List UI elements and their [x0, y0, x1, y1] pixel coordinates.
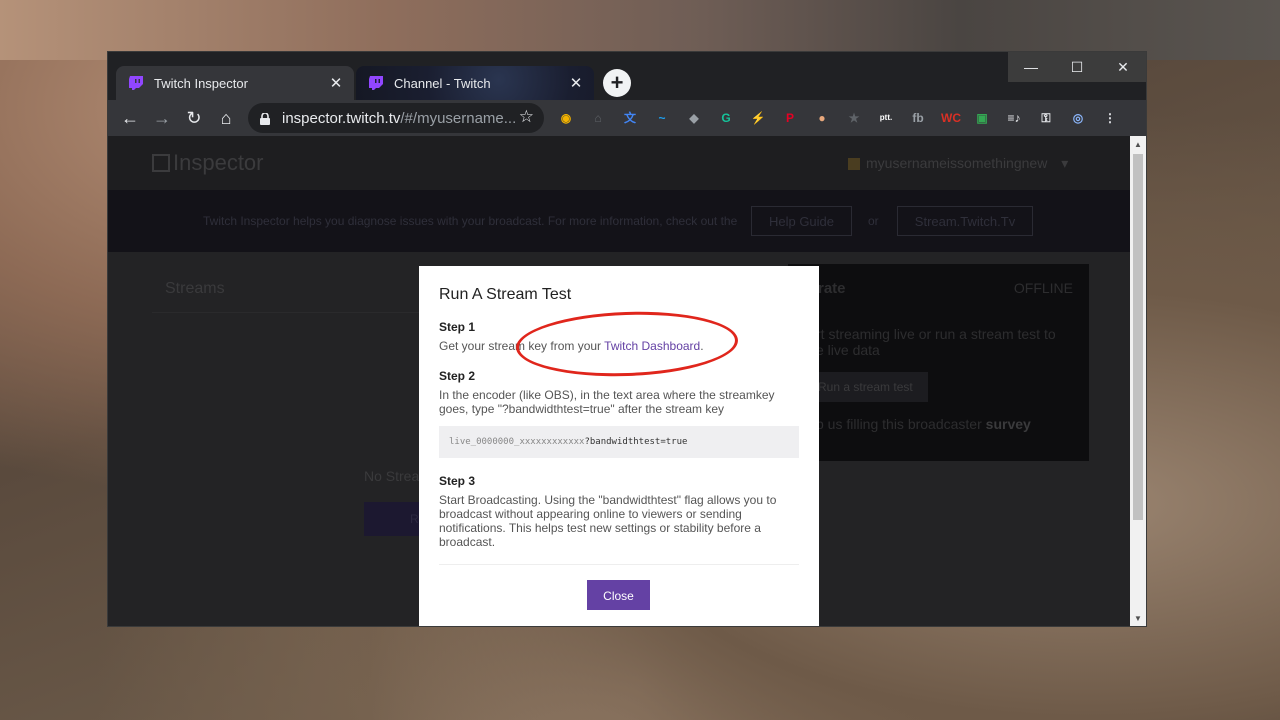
stream-test-modal: Run A Stream Test Step 1 Get your stream… — [419, 266, 819, 626]
minimize-button[interactable]: — — [1008, 52, 1054, 82]
forward-button[interactable]: → — [150, 106, 174, 130]
button-label: Run a stream test — [818, 380, 913, 394]
close-window-button[interactable]: ✕ — [1100, 52, 1146, 82]
code-suffix: ?bandwidthtest=true — [584, 437, 688, 447]
bolt-ext-icon[interactable]: ⚡ — [749, 109, 767, 127]
color-ext-icon[interactable]: ▣ — [973, 109, 991, 127]
twitch-glitch-icon — [152, 154, 170, 172]
bookmark-star-icon[interactable]: ☆ — [519, 107, 534, 127]
inspector-logo: Inspector — [152, 150, 264, 176]
url-host: inspector.twitch.tv — [282, 109, 401, 127]
twitch-dashboard-link[interactable]: Twitch Dashboard — [604, 339, 700, 353]
lock-icon — [260, 112, 270, 125]
menu-dots-icon[interactable]: ⋮ — [1101, 109, 1119, 127]
bitrate-description: rt streaming live or run a stream test t… — [816, 326, 1056, 358]
close-tab-icon[interactable]: ✕ — [568, 74, 584, 92]
twitch-favicon-icon — [368, 75, 384, 91]
tools-ext-icon[interactable]: ⌂ — [589, 109, 607, 127]
step1-heading: Step 1 — [439, 320, 476, 334]
modal-divider — [439, 564, 799, 565]
step3-text: Start Broadcasting. Using the "bandwidth… — [439, 493, 777, 549]
tab-twitch-inspector[interactable]: Twitch Inspector ✕ — [116, 66, 354, 100]
or-text: or — [868, 214, 879, 228]
tab-title: Channel - Twitch — [394, 75, 491, 91]
ptt-ext-icon[interactable]: ptt. — [877, 109, 895, 127]
key-ext-icon[interactable]: ⚿ — [1037, 109, 1055, 127]
star-ext-icon[interactable]: ★ — [845, 109, 863, 127]
stream-twitch-button[interactable]: Stream.Twitch.Tv — [897, 206, 1033, 236]
step1-period: . — [700, 339, 704, 353]
step1-body: Get your stream key from your — [439, 339, 602, 353]
inspector-header: Inspector myusernameissomethingnew ▾ — [108, 136, 1130, 190]
button-label: R — [410, 512, 419, 526]
logo-text: Inspector — [173, 150, 264, 175]
twitch-favicon-icon — [128, 75, 144, 91]
survey-prefix: p us filling this broadcaster — [816, 416, 982, 432]
profile-avatar-icon[interactable]: ◎ — [1069, 109, 1087, 127]
info-banner: Twitch Inspector helps you diagnose issu… — [108, 190, 1130, 252]
scroll-up-arrow-icon[interactable]: ▲ — [1134, 140, 1142, 149]
browser-toolbar: ← → ↻ ⌂ inspector.twitch.tv/#/myusername… — [108, 100, 1146, 136]
playlist-ext-icon[interactable]: ≡♪ — [1005, 109, 1023, 127]
maximize-button[interactable]: ☐ — [1054, 52, 1100, 82]
step1-text: Get your stream key from your Twitch Das… — [439, 339, 789, 353]
chevron-down-icon: ▾ — [1061, 155, 1069, 171]
back-button[interactable]: ← — [118, 106, 142, 130]
user-menu[interactable]: myusernameissomethingnew ▾ — [848, 155, 1068, 172]
survey-text: p us filling this broadcaster survey — [816, 416, 1031, 432]
help-guide-button[interactable]: Help Guide — [751, 206, 852, 236]
avatar — [848, 158, 860, 171]
streams-title: Streams — [165, 280, 225, 297]
page-content: Inspector myusernameissomethingnew ▾ Twi… — [108, 136, 1130, 626]
chrome-ext-icon[interactable]: ◉ — [557, 109, 575, 127]
cookie-ext-icon[interactable]: ● — [813, 109, 831, 127]
address-bar[interactable]: inspector.twitch.tv/#/myusername... ☆ — [248, 103, 544, 133]
tab-channel-twitch[interactable]: Channel - Twitch ✕ — [356, 66, 594, 100]
scroll-down-arrow-icon[interactable]: ▼ — [1134, 614, 1142, 623]
survey-link[interactable]: survey — [986, 416, 1031, 432]
username: myusernameissomethingnew — [866, 155, 1048, 171]
modal-title: Run A Stream Test — [439, 286, 572, 303]
home-button[interactable]: ⌂ — [214, 106, 238, 130]
desktop-wallpaper — [0, 0, 1280, 60]
wc-ext-icon[interactable]: WC — [941, 109, 961, 127]
step2-text: In the encoder (like OBS), in the text a… — [439, 388, 775, 416]
browser-window: Twitch Inspector ✕ Channel - Twitch ✕ + … — [108, 52, 1146, 626]
translate-ext-icon[interactable]: 文 — [621, 109, 639, 127]
stamp-ext-icon[interactable]: ◆ — [685, 109, 703, 127]
code-key: live_0000000_xxxxxxxxxxxx — [449, 437, 585, 447]
grammarly-ext-icon[interactable]: G — [717, 109, 735, 127]
pinterest-ext-icon[interactable]: P — [781, 109, 799, 127]
reload-button[interactable]: ↻ — [182, 106, 206, 130]
no-streams-text: No Strea — [364, 468, 420, 484]
close-button[interactable]: Close — [587, 580, 650, 610]
bird-ext-icon[interactable]: ~ — [653, 109, 671, 127]
banner-text: Twitch Inspector helps you diagnose issu… — [203, 214, 738, 228]
bitrate-title: rate — [818, 280, 846, 297]
scrollbar[interactable]: ▲ ▼ — [1130, 136, 1146, 626]
new-tab-button[interactable]: + — [603, 69, 631, 97]
tab-title: Twitch Inspector — [154, 75, 248, 91]
status-badge: OFFLINE — [1013, 280, 1073, 296]
close-tab-icon[interactable]: ✕ — [328, 74, 344, 92]
bitrate-panel: rate OFFLINE rt streaming live or run a … — [788, 264, 1089, 461]
fb-ext-icon[interactable]: fb — [909, 109, 927, 127]
step3-heading: Step 3 — [439, 474, 476, 488]
stream-key-code: live_0000000_xxxxxxxxxxxx?bandwidthtest=… — [439, 426, 799, 458]
title-bar: Twitch Inspector ✕ Channel - Twitch ✕ + … — [108, 52, 1146, 100]
url-path: /#/myusername... — [400, 109, 517, 127]
run-stream-test-panel-button[interactable]: Run a stream test — [808, 372, 928, 402]
scrollbar-thumb[interactable] — [1133, 154, 1143, 520]
step2-heading: Step 2 — [439, 369, 476, 383]
